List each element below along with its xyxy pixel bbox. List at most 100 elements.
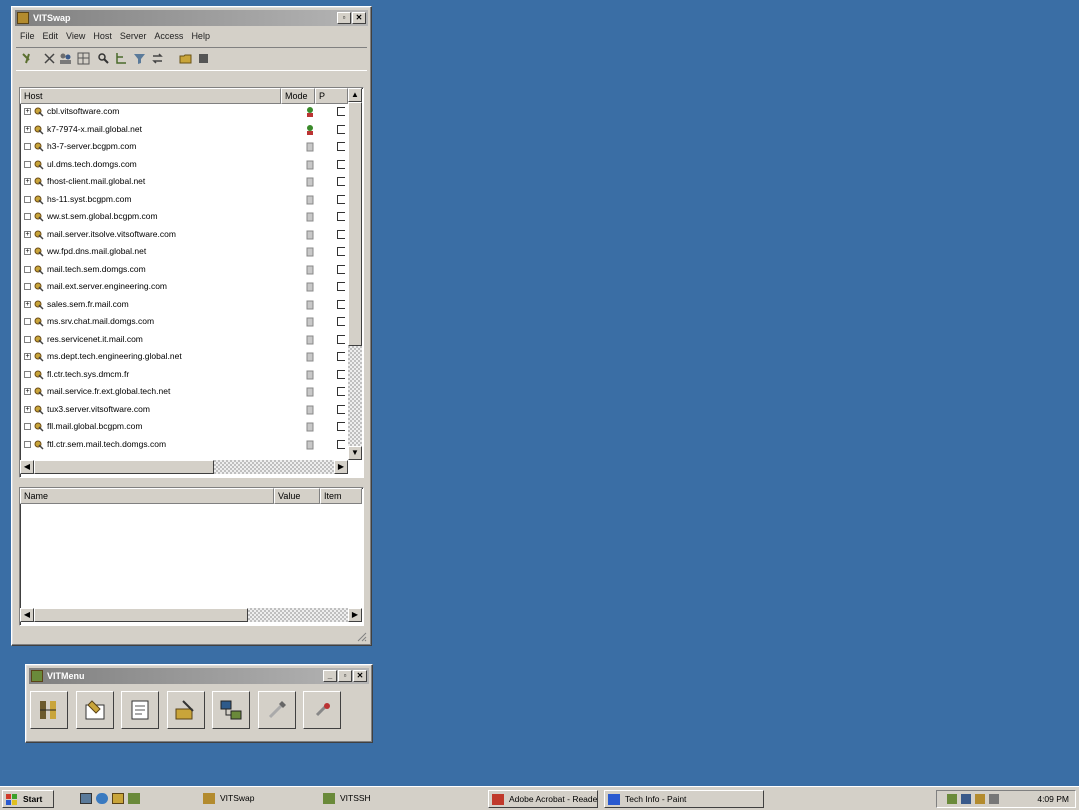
column-value[interactable]: Value (274, 488, 320, 504)
expand-icon[interactable]: + (24, 125, 31, 133)
exit-icon[interactable] (303, 691, 341, 729)
expand-icon[interactable]: + (24, 388, 31, 395)
column-item[interactable]: Item (320, 488, 362, 504)
leaf-icon[interactable] (24, 318, 31, 325)
scroll-down-button[interactable]: ▼ (348, 446, 362, 460)
column-host[interactable]: Host (20, 88, 281, 104)
host-row[interactable]: + cbl.vitsoftware.com (21, 105, 360, 118)
hscroll-thumb[interactable] (34, 460, 214, 474)
leaf-icon[interactable] (24, 335, 31, 343)
menu-server[interactable]: Server (116, 28, 151, 44)
users-tool-icon[interactable] (58, 51, 72, 65)
host-row[interactable]: + ms.dept.tech.engineering.global.net (21, 350, 360, 363)
host-list-hscrollbar[interactable]: ◀ ▶ (20, 460, 348, 474)
leaf-icon[interactable] (24, 370, 31, 378)
host-row[interactable]: hs-11.syst.bcgpm.com (21, 193, 360, 206)
browser-icon[interactable] (96, 793, 108, 804)
scroll-right-button[interactable]: ▶ (334, 460, 348, 474)
leaf-icon[interactable] (24, 213, 31, 220)
host-row[interactable]: + mail.server.itsolve.vitsoftware.com (21, 228, 360, 241)
host-row[interactable]: h3-7-server.bcgpm.com (21, 140, 360, 153)
column-p[interactable]: P (315, 88, 348, 104)
main-window-titlebar[interactable]: VITSwap ▫ ✕ (15, 10, 368, 26)
leaf-icon[interactable] (24, 440, 31, 448)
launcher-titlebar[interactable]: VITMenu _ ▫ ✕ (29, 668, 369, 684)
find-tool-icon[interactable] (96, 51, 110, 65)
expand-icon[interactable]: + (24, 405, 31, 413)
menu-host[interactable]: Host (89, 28, 116, 44)
host-row[interactable]: mail.ext.server.engineering.com (21, 280, 360, 293)
launcher-close-button[interactable]: ✕ (353, 670, 367, 682)
launcher-maximize-button[interactable]: ▫ (338, 670, 352, 682)
taskbar-task[interactable]: Adobe Acrobat - Reader (488, 790, 598, 808)
edit-folder-icon[interactable] (76, 691, 114, 729)
expand-icon[interactable]: + (24, 108, 31, 115)
host-row[interactable]: + mail.service.fr.ext.global.tech.net (21, 385, 360, 398)
tree-tool-icon[interactable] (114, 51, 128, 65)
expand-icon[interactable]: + (24, 248, 31, 255)
explorer-icon[interactable] (112, 793, 124, 804)
scroll-thumb[interactable] (348, 102, 362, 346)
scroll-up-button[interactable]: ▲ (348, 88, 362, 102)
taskbar-task[interactable]: Tech Info - Paint (604, 790, 764, 808)
leaf-icon[interactable] (24, 265, 31, 273)
host-row[interactable]: + sales.sem.fr.mail.com (21, 298, 360, 311)
printer-tray-icon[interactable] (989, 794, 999, 804)
desktop-icon[interactable] (80, 793, 92, 804)
host-row[interactable]: + k7-7974-x.mail.global.net (21, 123, 360, 136)
detail-hscrollbar[interactable]: ◀ ▶ (20, 608, 362, 622)
filter-tool-icon[interactable] (132, 51, 146, 65)
host-row[interactable]: ww.st.sem.global.bcgpm.com (21, 210, 360, 223)
menu-view[interactable]: View (62, 28, 89, 44)
detail-scroll-left-button[interactable]: ◀ (20, 608, 34, 622)
start-button[interactable]: Start (2, 790, 54, 808)
leaf-icon[interactable] (24, 195, 31, 203)
menu-help[interactable]: Help (187, 28, 214, 44)
detail-scroll-right-button[interactable]: ▶ (348, 608, 362, 622)
security-tray-icon[interactable] (975, 794, 985, 804)
scroll-left-button[interactable]: ◀ (20, 460, 34, 474)
folder-tool-icon[interactable] (178, 51, 192, 65)
transfer-icon[interactable] (167, 691, 205, 729)
host-row[interactable]: fl.ctr.tech.sys.dmcm.fr (21, 368, 360, 381)
expand-icon[interactable]: + (24, 178, 31, 185)
expand-icon[interactable]: + (24, 300, 31, 308)
connect-icon[interactable] (30, 691, 68, 729)
host-row[interactable]: ftl.ctr.sem.mail.tech.domgs.com (21, 438, 360, 451)
leaf-icon[interactable] (24, 283, 31, 290)
menu-edit[interactable]: Edit (39, 28, 63, 44)
stop-tool-icon[interactable] (196, 51, 210, 65)
expand-icon[interactable]: + (24, 353, 31, 360)
document-icon[interactable] (121, 691, 159, 729)
host-row[interactable]: ul.dms.tech.domgs.com (21, 158, 360, 171)
host-row[interactable]: + ww.fpd.dns.mail.global.net (21, 245, 360, 258)
tools-icon[interactable] (258, 691, 296, 729)
launcher-minimize-button[interactable]: _ (323, 670, 337, 682)
clock[interactable]: 4:09 PM (1037, 791, 1069, 807)
menu-file[interactable]: File (16, 28, 39, 44)
host-row[interactable]: ms.srv.chat.mail.domgs.com (21, 315, 360, 328)
leaf-icon[interactable] (24, 143, 31, 150)
leaf-icon[interactable] (24, 423, 31, 430)
grid-tool-icon[interactable] (76, 51, 90, 65)
delete-tool-icon[interactable] (42, 51, 56, 65)
menu-access[interactable]: Access (150, 28, 187, 44)
taskbar-task[interactable]: VITSSH (320, 790, 480, 808)
column-mode[interactable]: Mode (281, 88, 315, 104)
taskbar-task[interactable]: VITSwap (200, 790, 310, 808)
close-button[interactable]: ✕ (352, 12, 366, 24)
maximize-button[interactable]: ▫ (337, 12, 351, 24)
host-row[interactable]: + fhost-client.mail.global.net (21, 175, 360, 188)
column-name[interactable]: Name (20, 488, 274, 504)
connect-tool-icon[interactable] (20, 51, 34, 65)
detail-hscroll-thumb[interactable] (34, 608, 248, 622)
leaf-icon[interactable] (24, 160, 31, 168)
network-tray-icon[interactable] (947, 794, 957, 804)
expand-icon[interactable]: + (24, 230, 31, 238)
host-row[interactable]: res.servicenet.it.mail.com (21, 333, 360, 346)
volume-tray-icon[interactable] (961, 794, 971, 804)
size-grip[interactable] (355, 630, 367, 642)
host-list-vscrollbar[interactable]: ▲ ▼ (348, 88, 362, 460)
transfer-tool-icon[interactable] (150, 51, 164, 65)
host-row[interactable]: fll.mail.global.bcgpm.com (21, 420, 360, 433)
